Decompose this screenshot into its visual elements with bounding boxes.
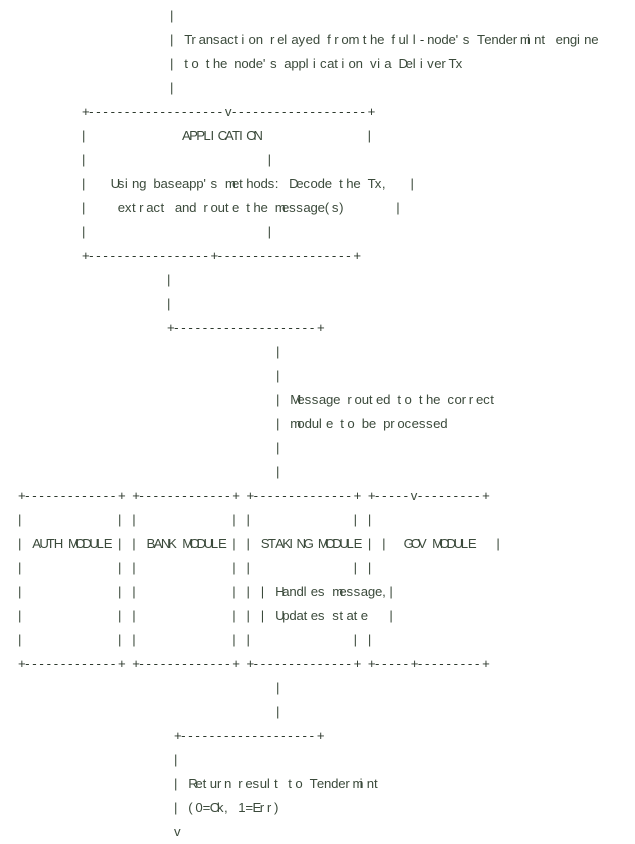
row-inbound-note-2: | to t he node' s appl i cat i on vi a Del i ver T…: [170, 56, 463, 71]
row-modules-names: | AUTH MODULE | | BANK MODULE | | STAKI N…: [18, 536, 500, 551]
row-pipe-top-2: |: [170, 80, 174, 95]
row-app-stem-2: |: [167, 296, 171, 311]
row-modules-bottom: +- - - - - - - - - - - - - + +- - - - - - - - - - - - - + +- - - - - - -…: [18, 656, 490, 671]
row-modules-blank-1: | | | | | | |: [18, 512, 372, 527]
row-app-blank-2: | |: [82, 224, 272, 239]
row-route-stem-3: |: [276, 440, 280, 455]
row-return-bar: +- - - - - - - - - - - - - - - - - - - +: [174, 728, 325, 743]
row-return-stem-2: |: [276, 704, 280, 719]
row-return-note-1: | Ret ur n r esul t to Tender mi nt: [174, 776, 378, 791]
row-return-stem-1: |: [276, 680, 280, 695]
row-app-box-bottom: +- - - - - - - - - - - - - - - - - +- - - - - - - - - - - - - - - - - - - +: [82, 248, 362, 263]
row-app-title: | APPLI CATI ON |: [82, 128, 372, 143]
ascii-art-diagram: | | Tr ansact i on r el ayed f r om t he f ul l - nod…: [0, 0, 635, 844]
row-return-note-2: | (0=Ok, 1=Er r): [174, 800, 279, 815]
row-app-box-top: +- - - - - - - - - - - - - - - - - - - v- - - - - - - - - - - - - - - - - - -…: [82, 104, 376, 119]
row-app-blank-1: | |: [82, 152, 272, 167]
row-modules-blank-2: | | | | | | |: [18, 560, 372, 575]
row-modules-top: +- - - - - - - - - - - - - + +- - - - - - - - - - - - - + +- - - - - - -…: [18, 488, 490, 503]
row-gov-note-2: | | | | | | Updat es st at e |: [18, 608, 393, 623]
row-router-bar: +- - - - - - - - - - - - - - - - - - - - +: [167, 320, 325, 335]
row-app-stem-1: |: [167, 272, 171, 287]
row-inbound-note-1: | Tr ansact i on r el ayed f r om t he f ul l - node…: [170, 32, 599, 47]
row-route-stem-2: |: [276, 368, 280, 383]
row-modules-blank-3: | | | | | | |: [18, 632, 372, 647]
row-pipe-top: |: [170, 8, 174, 23]
row-gov-note-1: | | | | | | Handl es message, |: [18, 584, 393, 599]
row-return-pipe: |: [174, 752, 178, 767]
row-route-note-1: | Message r out ed to t he cor r ect: [276, 392, 494, 407]
row-return-arrow: v: [174, 824, 181, 839]
row-app-note-1: | Usi ng baseapp' s met hods: Decode t he Tx…: [82, 176, 414, 191]
row-app-note-2: | ext r act and r out e t he message(s) |: [82, 200, 400, 215]
row-route-note-2: | modul e to be pr ocessed: [276, 416, 448, 431]
row-route-stem-1: |: [276, 344, 280, 359]
row-route-stem-4: |: [276, 464, 280, 479]
